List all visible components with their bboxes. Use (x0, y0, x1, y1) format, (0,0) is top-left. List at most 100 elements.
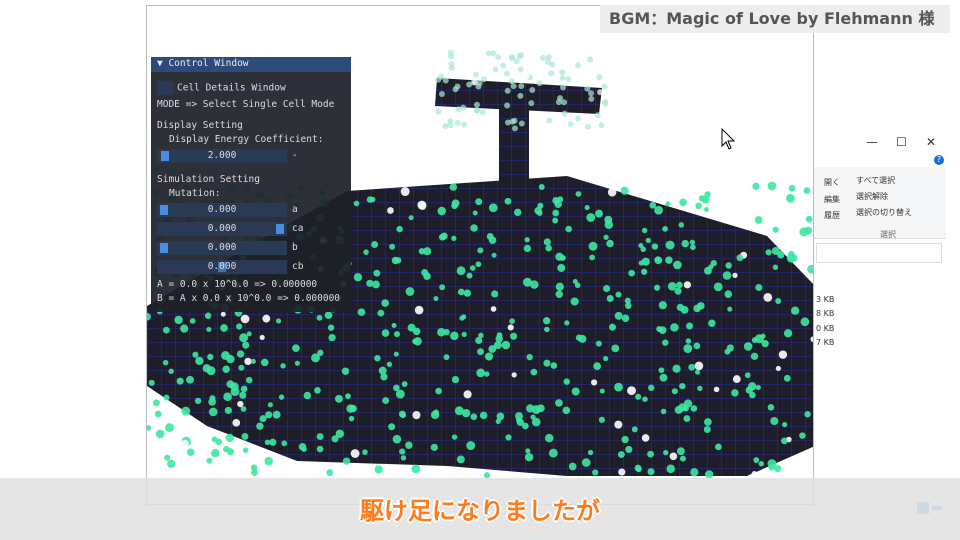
cell-dot (224, 406, 232, 415)
cell-dot (542, 317, 551, 325)
cell-dot (164, 454, 171, 461)
cell-dot (788, 184, 796, 192)
select-none-button[interactable]: 選択解除 (856, 191, 888, 202)
cell-dot (240, 314, 250, 324)
energy-slider[interactable]: 2.000 (157, 149, 287, 163)
cell-dot (442, 77, 449, 84)
cell-dot (559, 75, 566, 82)
mutation-b-slider[interactable]: 0.000 (157, 241, 287, 255)
cell-dot (697, 302, 705, 310)
cell-dot (417, 200, 427, 210)
cell-dot (181, 439, 189, 448)
cell-dot (278, 394, 285, 400)
control-window-title[interactable]: ▼ Control Window (151, 57, 351, 72)
cell-dot (676, 447, 685, 456)
mutation-a-slider[interactable]: 0.000 (157, 203, 287, 217)
cell-dot (517, 53, 524, 60)
cell-dot (393, 351, 399, 357)
cell-dot (671, 388, 678, 395)
cell-dot (484, 352, 494, 361)
cell-dot (614, 311, 623, 320)
simulation-window[interactable]: ▼ Control Window Cell Details Window MOD… (146, 5, 814, 505)
minimize-icon[interactable]: — (866, 135, 878, 149)
title-text: Control Window (168, 58, 249, 69)
cell-dot (492, 66, 499, 73)
cell-details-checkbox[interactable] (157, 81, 173, 95)
cell-dot (505, 434, 512, 441)
group-label: 選択 (880, 230, 896, 239)
cell-dot (530, 414, 536, 420)
cell-dot (790, 306, 800, 315)
cell-dot (186, 375, 194, 384)
help-icon[interactable]: ? (934, 155, 944, 165)
close-icon[interactable]: ✕ (926, 135, 936, 149)
cell-dot (755, 283, 763, 292)
history-button[interactable]: 履歴 (824, 210, 840, 221)
slider-label: b (292, 242, 298, 253)
invert-selection-button[interactable]: 選択の切り替え (856, 207, 912, 218)
select-all-button[interactable]: すべて選択 (856, 175, 895, 186)
cell-dot (341, 367, 350, 375)
cell-dot (180, 324, 189, 333)
control-window[interactable]: ▼ Control Window Cell Details Window MOD… (151, 57, 351, 312)
cell-dot (381, 329, 390, 337)
cell-dot (557, 263, 566, 272)
cell-dot (595, 340, 602, 347)
cell-dot (641, 227, 648, 234)
cell-dot (223, 392, 232, 402)
cell-dot (783, 329, 793, 338)
cell-dot (648, 384, 655, 392)
mutation-cb-slider[interactable]: 0.000 (157, 260, 287, 274)
cell-dot (459, 315, 465, 321)
cell-dot (726, 344, 734, 352)
cell-dot (226, 380, 235, 389)
cell-dot (557, 95, 564, 102)
cell-dot (393, 331, 400, 338)
cell-dot (162, 359, 169, 366)
cell-dot (435, 108, 442, 115)
cell-dot (345, 393, 351, 400)
cell-dot (259, 415, 267, 423)
search-box[interactable] (816, 243, 942, 263)
cell-dot (317, 349, 324, 356)
cell-dot (324, 311, 333, 320)
cell-dot (381, 299, 389, 307)
cell-dot (555, 290, 563, 298)
cell-dot (501, 340, 511, 350)
cell-dot (640, 268, 648, 275)
open-button[interactable]: 開く (824, 177, 840, 188)
cell-dot (690, 405, 698, 412)
ribbon: 開く 編集 履歴 すべて選択 選択解除 選択の切り替え 選択 (814, 167, 946, 239)
maximize-icon[interactable]: ☐ (896, 135, 907, 149)
cell-dot (647, 450, 654, 458)
cell-dot (508, 78, 515, 85)
edit-button[interactable]: 編集 (824, 194, 840, 205)
cell-dot (588, 241, 598, 251)
cell-dot (743, 342, 753, 351)
cell-dot (767, 404, 775, 411)
cell-dot (518, 83, 525, 90)
cell-dot (437, 206, 447, 216)
cell-dot (693, 342, 701, 350)
cell-dot (544, 326, 550, 333)
mutation-ca-slider[interactable]: 0.000 (157, 222, 287, 236)
cell-dot (204, 312, 212, 320)
cell-dot (451, 375, 460, 384)
cell-dot (373, 269, 381, 277)
cell-dot (186, 448, 195, 457)
cell-dot (272, 410, 281, 419)
cell-dot (694, 369, 701, 375)
cell-dot (732, 375, 741, 383)
cell-dot (353, 200, 360, 207)
cell-dot (346, 404, 355, 413)
cell-dot (546, 117, 553, 124)
cell-dot (366, 196, 374, 203)
cell-dot (240, 385, 248, 393)
cell-dot (606, 239, 614, 248)
cell-dot (570, 297, 579, 306)
cell-dot (491, 252, 497, 258)
cell-dot (601, 83, 608, 90)
cell-dot (496, 412, 505, 421)
cell-dot (473, 107, 480, 114)
cell-dot (781, 421, 788, 428)
